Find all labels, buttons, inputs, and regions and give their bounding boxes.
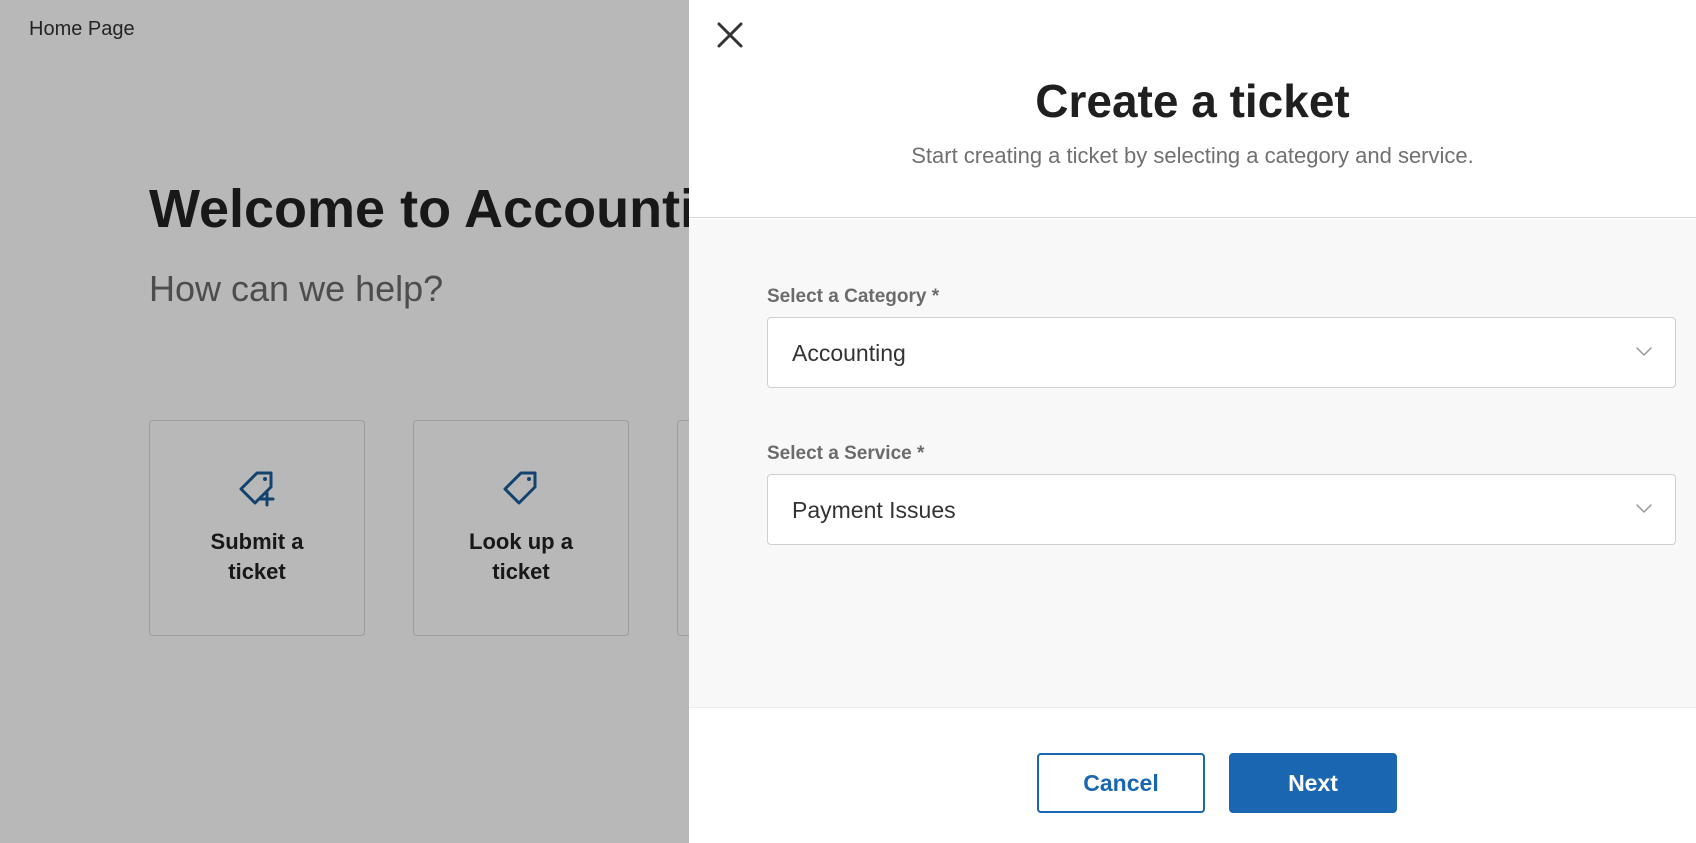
chevron-down-icon [1636, 504, 1652, 513]
create-ticket-drawer: Create a ticket Start creating a ticket … [689, 0, 1696, 843]
cancel-button[interactable]: Cancel [1037, 753, 1205, 813]
category-select[interactable]: Accounting [767, 317, 1676, 388]
service-value: Payment Issues [792, 497, 956, 523]
next-button[interactable]: Next [1229, 753, 1397, 813]
drawer-header: Create a ticket Start creating a ticket … [689, 0, 1696, 218]
close-icon[interactable] [713, 18, 747, 52]
category-label: Select a Category * [767, 286, 940, 307]
drawer-footer: Cancel Next [689, 707, 1696, 843]
drawer-body: Select a Category * Accounting Select a … [689, 219, 1696, 707]
category-value: Accounting [792, 340, 906, 366]
drawer-subtitle: Start creating a ticket by selecting a c… [911, 143, 1474, 168]
chevron-down-icon [1636, 347, 1652, 356]
drawer-title: Create a ticket [1035, 75, 1350, 127]
service-select[interactable]: Payment Issues [767, 474, 1676, 545]
service-label: Select a Service * [767, 443, 925, 464]
